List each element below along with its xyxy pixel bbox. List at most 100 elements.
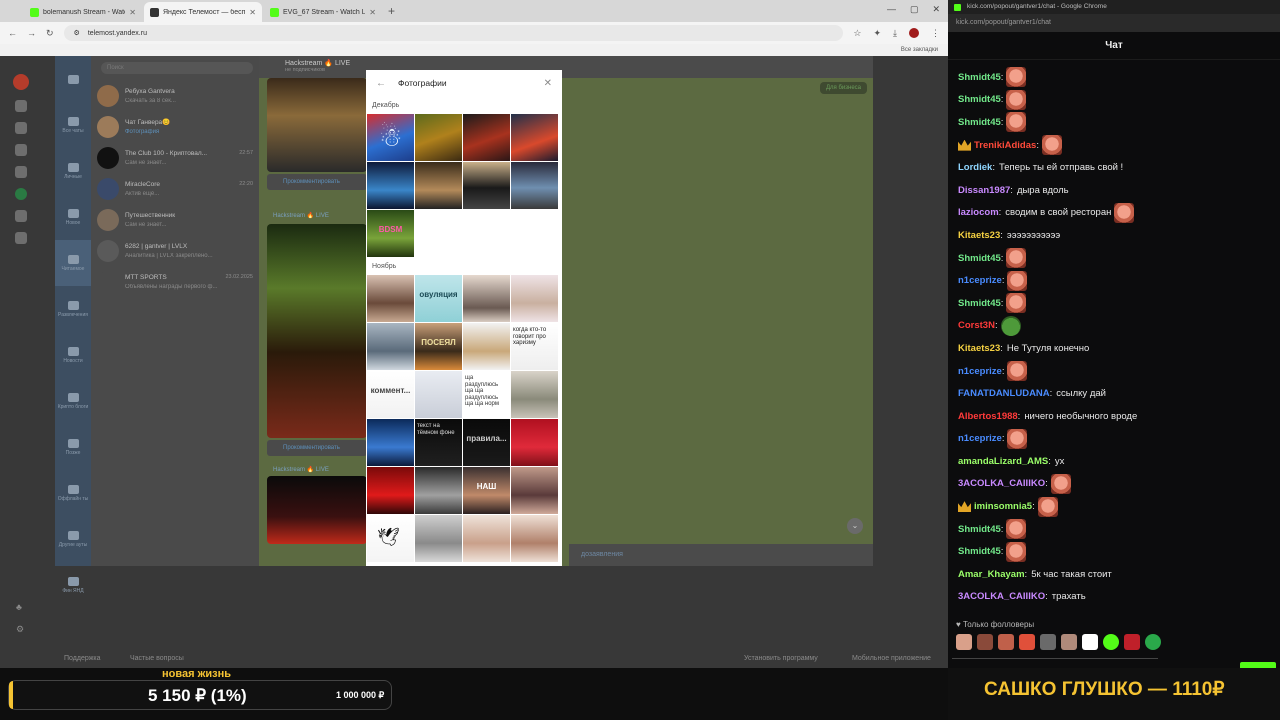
photo-thumbnail[interactable]: ПОСЕЯЛ <box>415 323 462 370</box>
site-info-icon[interactable]: ⚙ <box>74 29 80 37</box>
messenger-icon[interactable] <box>15 144 27 156</box>
chevron-down-icon[interactable]: ⌄ <box>847 518 863 534</box>
chat-username[interactable]: Amar_Khayam <box>958 569 1025 580</box>
chat-username[interactable]: amandaLizard_AMS <box>958 456 1048 467</box>
bookmark-star-icon[interactable]: ☆ <box>853 28 861 39</box>
forward-icon[interactable]: → <box>27 28 36 38</box>
folder-tab[interactable]: Личные <box>55 148 91 194</box>
chat-input[interactable] <box>952 658 1158 668</box>
photo-thumbnail[interactable] <box>463 275 510 322</box>
browser-tab[interactable]: Яндекс Телемост — бесплатн...✕ <box>144 2 262 22</box>
photo-thumbnail[interactable] <box>463 114 510 161</box>
back-arrow-icon[interactable]: ← <box>376 78 386 89</box>
photo-thumbnail[interactable]: правила... <box>463 419 510 466</box>
grid-icon[interactable] <box>15 232 27 244</box>
photo-thumbnail[interactable] <box>367 467 414 514</box>
chat-username[interactable]: laziocom <box>958 207 999 218</box>
photo-thumbnail[interactable] <box>463 515 510 562</box>
mail-icon[interactable] <box>15 122 27 134</box>
photo-thumbnail[interactable]: когда кто-то говорит про харизму <box>511 323 558 370</box>
url-bar[interactable]: ⚙ telemost.yandex.ru <box>63 25 844 41</box>
photo-thumbnail[interactable] <box>367 162 414 209</box>
chat-username[interactable]: Shmidt45 <box>958 298 1001 309</box>
photo-thumbnail[interactable] <box>511 371 558 418</box>
chat-username[interactable]: 3ACOLKA_CAIIIKO <box>958 591 1045 602</box>
chat-username[interactable]: Dissan1987 <box>958 185 1010 196</box>
chat-username[interactable]: n1ceprize <box>958 275 1002 286</box>
emote-button[interactable] <box>977 634 993 650</box>
profile-avatar[interactable] <box>909 27 919 38</box>
photo-thumbnail[interactable] <box>367 419 414 466</box>
download-icon[interactable]: ⤓ <box>893 28 897 39</box>
folder-tab[interactable]: Другие ауты <box>55 516 91 562</box>
folder-tab[interactable]: Развлечения <box>55 286 91 332</box>
notes-icon[interactable] <box>15 210 27 222</box>
all-bookmarks-link[interactable]: Все закладки <box>901 44 938 56</box>
photo-thumbnail[interactable] <box>415 371 462 418</box>
chat-username[interactable]: n1ceprize <box>958 433 1002 444</box>
photo-thumbnail[interactable] <box>511 467 558 514</box>
channel-header[interactable]: Hackstream 🔥 LIVE не подписчиков <box>259 56 873 78</box>
folder-tab[interactable]: Крипто блоги <box>55 378 91 424</box>
minimize-icon[interactable]: — <box>887 4 896 15</box>
photo-thumbnail[interactable]: овуляция <box>415 275 462 322</box>
close-icon[interactable]: ✕ <box>932 4 940 15</box>
chat-username[interactable]: FANATDANLUDANA <box>958 388 1050 399</box>
chat-list-item[interactable]: Чат Ганвера😊 Фотография <box>91 111 259 142</box>
faq-link[interactable]: Частые вопросы <box>130 655 184 662</box>
tab-close-icon[interactable]: ✕ <box>249 8 256 17</box>
chat-username[interactable]: Corst3N <box>958 320 995 331</box>
post-image[interactable] <box>267 224 367 438</box>
chat-username[interactable]: Shmidt45 <box>958 117 1001 128</box>
folder-tab[interactable]: Новости <box>55 332 91 378</box>
menu-icon[interactable]: ⋮ <box>931 28 940 39</box>
reload-icon[interactable]: ↻ <box>46 28 54 39</box>
photo-thumbnail[interactable] <box>463 323 510 370</box>
chat-list-item[interactable]: The Club 100 - Криптовал... 22:57 Сам не з… <box>91 142 259 173</box>
folder-tab[interactable]: Все чаты <box>55 102 91 148</box>
drop-icon[interactable] <box>15 100 27 112</box>
chat-username[interactable]: Lordiek <box>958 162 992 173</box>
chat-username[interactable]: Shmidt45 <box>958 546 1001 557</box>
post-image[interactable] <box>267 476 367 544</box>
emote-button[interactable] <box>1061 634 1077 650</box>
plant-icon[interactable]: ♣ <box>16 602 22 612</box>
emote-button[interactable] <box>1124 634 1140 650</box>
tab-close-icon[interactable]: ✕ <box>129 8 136 17</box>
photo-thumbnail[interactable] <box>511 275 558 322</box>
support-link[interactable]: Поддержка <box>64 655 101 662</box>
comment-button[interactable]: Прокомментировать <box>267 440 367 456</box>
yandex-logo-icon[interactable] <box>13 74 29 90</box>
chat-list-item[interactable]: Ребуха Gantvera Скачать за 8 сек... <box>91 80 259 111</box>
cloud-icon[interactable] <box>15 166 27 178</box>
photo-thumbnail[interactable] <box>415 114 462 161</box>
photo-thumbnail[interactable] <box>367 275 414 322</box>
photo-thumbnail[interactable]: НАШ <box>463 467 510 514</box>
photo-thumbnail[interactable] <box>415 162 462 209</box>
install-app-link[interactable]: Установить программу <box>744 655 818 662</box>
chat-username[interactable]: Kitaets23 <box>958 230 1000 241</box>
folder-tab[interactable]: Читаемое <box>55 240 91 286</box>
message-compose[interactable]: дозаявления <box>569 544 873 566</box>
emote-button[interactable] <box>1019 634 1035 650</box>
new-tab-button[interactable]: + <box>388 2 395 22</box>
photo-thumbnail[interactable]: ща раздуплюсь ща ща раздуплюсь ща ща нор… <box>463 371 510 418</box>
emote-button[interactable] <box>956 634 972 650</box>
photo-thumbnail[interactable] <box>463 162 510 209</box>
browser-tab[interactable]: EVG_67 Stream - Watch Live on✕ <box>264 2 382 22</box>
chat-username[interactable]: Shmidt45 <box>958 253 1001 264</box>
folder-tab[interactable]: Новое <box>55 194 91 240</box>
chat-username[interactable]: Shmidt45 <box>958 94 1001 105</box>
photo-thumbnail[interactable]: BDSM <box>367 210 414 257</box>
emote-button[interactable] <box>1040 634 1056 650</box>
photo-thumbnail[interactable] <box>511 114 558 161</box>
comment-button[interactable]: Прокомментировать <box>267 174 367 190</box>
folder-tab[interactable]: Оффлайн ты <box>55 470 91 516</box>
chat-username[interactable]: Shmidt45 <box>958 72 1001 83</box>
chat-username[interactable]: Shmidt45 <box>958 524 1001 535</box>
browser-tab[interactable]: bolemanush Stream - Watch Live ✕ <box>24 2 142 22</box>
chat-username[interactable]: 3ACOLKA_CAIIIKO <box>958 478 1045 489</box>
settings-icon[interactable]: ⚙ <box>16 624 24 635</box>
photo-thumbnail[interactable]: текст на тёмном фоне <box>415 419 462 466</box>
chat-username[interactable]: Kitaets23 <box>958 343 1000 354</box>
